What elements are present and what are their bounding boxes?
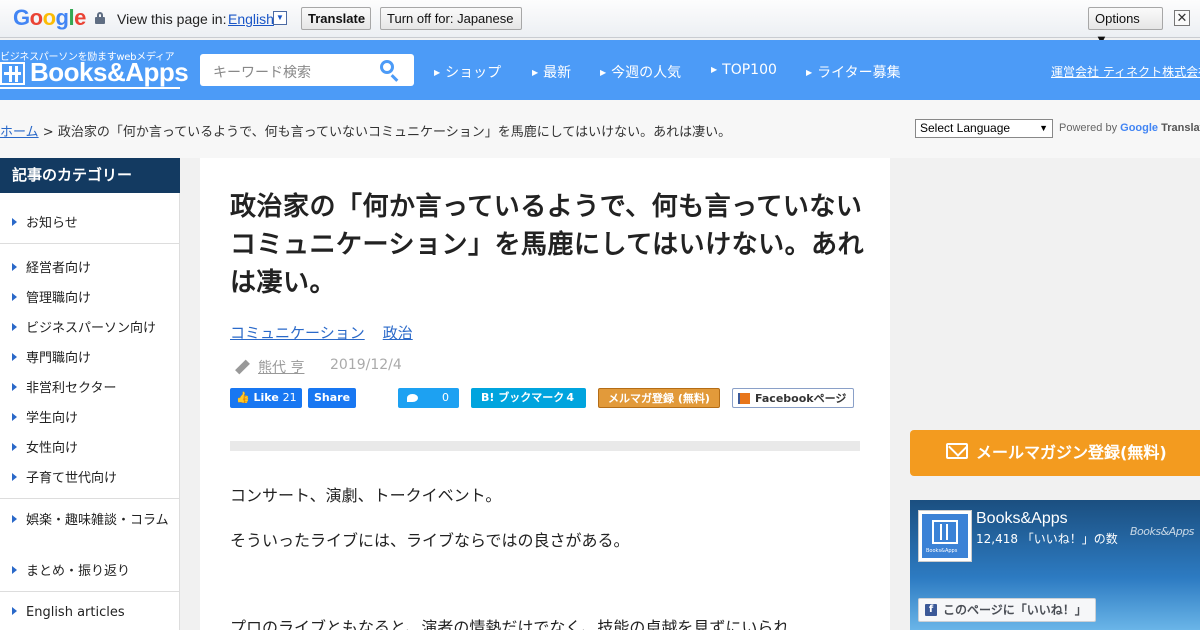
facebook-page-name[interactable]: Books&Apps [976,510,1068,528]
triangle-icon [12,218,17,226]
facebook-share-button[interactable]: Share [308,388,356,408]
hatena-bookmark-button[interactable]: B! ブックマーク 4 [471,388,586,408]
article-author[interactable]: 熊代 亨 [258,357,304,377]
close-icon[interactable]: ✕ [1174,10,1190,26]
view-page-label: View this page in: [117,11,227,27]
sidebar-item-professionals[interactable]: 専門職向け [12,347,91,366]
article-divider [230,441,860,451]
options-button[interactable]: Options ▼ [1088,7,1163,47]
pencil-icon [232,357,250,375]
mail-magazine-button[interactable]: メールマガジン登録(無料) [910,430,1200,476]
chevron-right-icon: ▶ [711,65,718,74]
article-paragraph: プロのライブともなると、演者の情熱だけでなく、技能の卓越を見ずにいられ [230,618,790,630]
nav-writer-recruit[interactable]: ▶ ライター募集 [806,62,901,82]
chevron-right-icon: ▶ [600,68,607,77]
sidebar-item-parents[interactable]: 子育て世代向け [12,467,117,486]
sidebar-item-executives[interactable]: 経営者向け [12,257,91,276]
facebook-like-button[interactable]: 👍 Like 21 [230,388,302,408]
facebook-like-count: 12,418 「いいね！」の数 [976,532,1118,546]
turn-off-button[interactable]: Turn off for: Japanese [380,7,522,30]
sidebar-item-news[interactable]: お知らせ [12,212,78,231]
language-select[interactable]: English [228,11,274,27]
sidebar-divider [0,498,180,499]
article-paragraph: コンサート、演劇、トークイベント。 [230,486,502,505]
sidebar-item-entertainment[interactable]: 娯楽・趣味雑談・コラム [12,512,172,530]
sidebar-item-managers[interactable]: 管理職向け [12,287,91,306]
triangle-icon [12,515,17,523]
triangle-icon [12,607,17,615]
site-language-select[interactable]: Select Language ▼ [915,119,1053,138]
company-link[interactable]: 運営会社 ティネクト株式会社 [1051,63,1200,80]
article-paragraph: そういったライブには、ライブならではの良さがある。 [230,531,630,550]
sidebar-item-business[interactable]: ビジネスパーソン向け [12,317,156,336]
translate-button[interactable]: Translate [301,7,371,30]
tag-politics[interactable]: 政治 [383,324,413,342]
sidebar-item-summary[interactable]: まとめ・振り返り [12,560,130,579]
logo-icon[interactable] [0,62,25,85]
nav-latest[interactable]: ▶ 最新 [532,62,571,82]
search-input[interactable]: キーワード検索 [200,54,414,86]
triangle-icon [12,443,17,451]
facebook-icon: f [925,604,937,616]
breadcrumb-separator: > [42,125,54,140]
breadcrumb-current: 政治家の「何か言っているようで、何も言っていないコミュニケーション」を馬鹿にして… [57,125,732,140]
tag-communication[interactable]: コミュニケーション [230,324,365,342]
flag-icon [738,393,750,404]
breadcrumb: ホーム > 政治家の「何か言っているようで、何も言っていないコミュニケーション」… [0,121,731,140]
triangle-icon [12,566,17,574]
article-tags: コミュニケーション 政治 [230,322,431,343]
triangle-icon [12,293,17,301]
chevron-down-icon: ▼ [1039,123,1048,133]
twitter-button[interactable]: 0 [398,388,459,408]
logo-underline [0,87,180,89]
sidebar-divider [0,243,180,244]
nav-top100[interactable]: ▶ TOP100 [711,62,777,78]
newsletter-button[interactable]: メルマガ登録 (無料) [598,388,720,408]
sidebar-heading: 記事のカテゴリー [0,158,180,193]
breadcrumb-home[interactable]: ホーム [0,125,39,140]
triangle-icon [12,353,17,361]
search-placeholder: キーワード検索 [213,65,311,81]
triangle-icon [12,473,17,481]
lock-icon [95,12,105,24]
sidebar-item-nonprofit[interactable]: 非営利セクター [12,377,116,396]
sidebar-item-english[interactable]: English articles [12,605,125,620]
widget-watermark: Books&Apps [1130,525,1194,538]
sidebar-divider [0,591,180,592]
article-date: 2019/12/4 [330,357,402,373]
sidebar-item-students[interactable]: 学生向け [12,407,78,426]
page-avatar[interactable]: Books&Apps [918,510,972,562]
like-count: 21 [282,391,297,404]
chevron-right-icon: ▶ [434,68,441,77]
nav-weekly-popular[interactable]: ▶ 今週の人気 [600,62,681,82]
envelope-icon [946,443,968,459]
google-logo: Google [13,5,86,30]
sidebar-item-women[interactable]: 女性向け [12,437,78,456]
search-icon[interactable] [380,60,394,74]
chevron-down-icon[interactable]: ▼ [273,11,287,25]
chevron-right-icon: ▶ [806,68,813,77]
triangle-icon [12,413,17,421]
nav-shop[interactable]: ▶ ショップ [434,62,501,82]
triangle-icon [12,263,17,271]
facebook-page-like-button[interactable]: f このページに「いいね！」 [918,598,1096,622]
chevron-right-icon: ▶ [532,68,539,77]
article-title: 政治家の「何か言っているようで、何も言っていないコミュニケーション」を馬鹿にして… [230,192,865,298]
powered-by-google: Powered by Google Translate [1059,122,1200,134]
translate-bar: Google View this page in: English ▼ Tran… [0,0,1200,47]
site-logo[interactable]: Books&Apps [30,57,189,88]
triangle-icon [12,383,17,391]
twitter-bird-icon [407,394,418,402]
triangle-icon [12,323,17,331]
facebook-page-button[interactable]: Facebookページ [732,388,854,408]
